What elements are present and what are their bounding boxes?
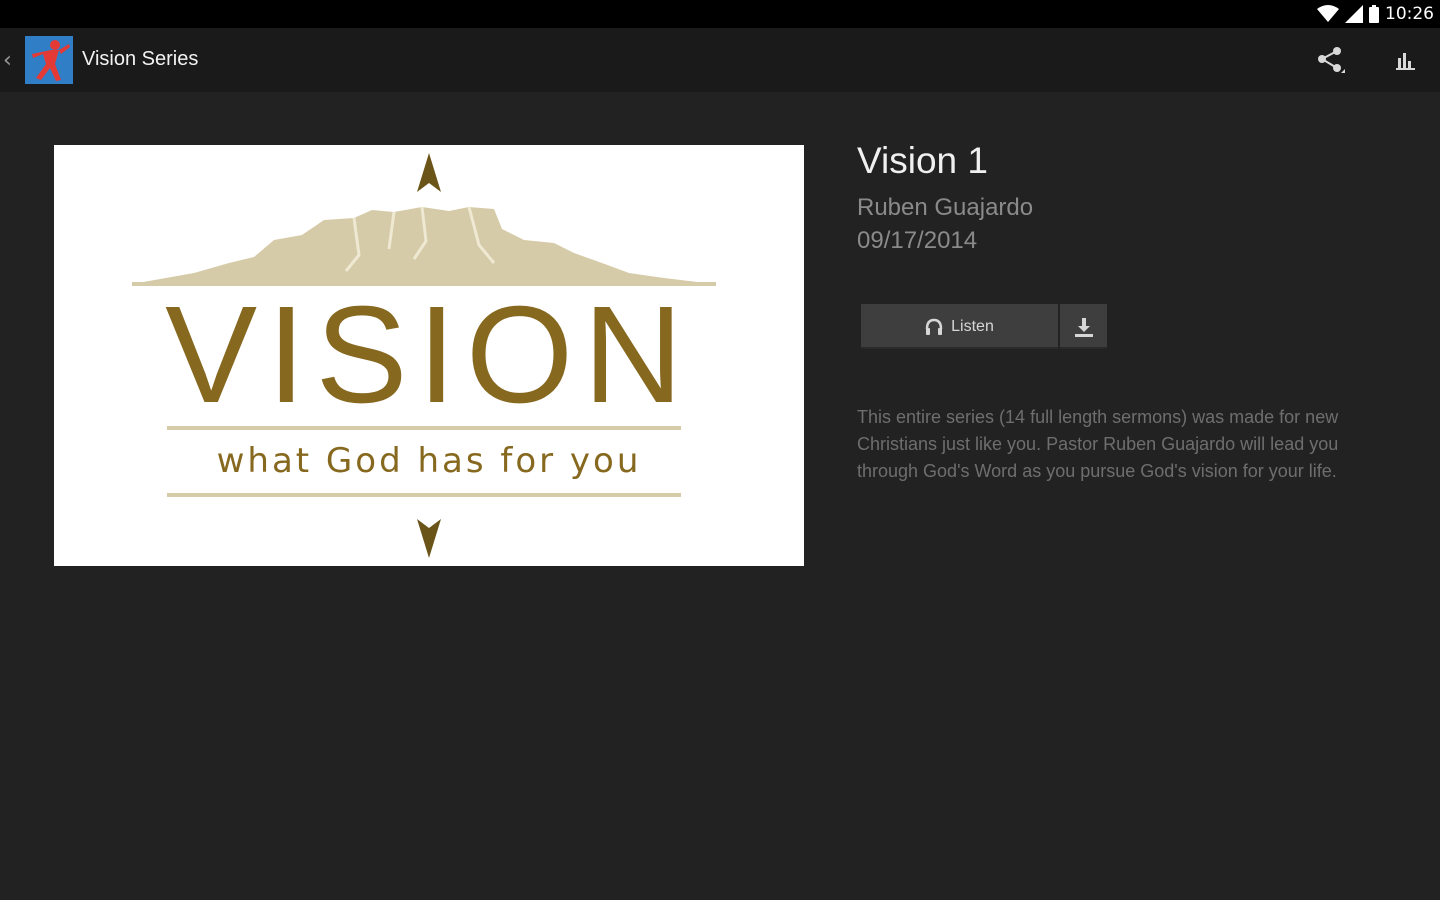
share-icon [1318, 47, 1345, 73]
status-time: 10:26 [1385, 4, 1434, 24]
sermon-date: 09/17/2014 [857, 227, 978, 254]
cell-signal-icon [1345, 5, 1363, 23]
bar-chart-icon [1396, 53, 1415, 70]
chevron-left-icon[interactable]: ‹ [3, 48, 12, 73]
headphones-icon [925, 318, 943, 335]
sermon-title: Vision 1 [857, 140, 988, 181]
app-logo-figure [32, 40, 70, 81]
wifi-icon [1317, 5, 1339, 22]
app-logo[interactable] [25, 36, 73, 84]
listen-label: Listen [951, 317, 994, 335]
page-title: Vision Series [82, 48, 199, 70]
status-bar: 10:26 [0, 0, 1440, 28]
artwork-headline: VISION [165, 278, 693, 432]
action-bar: ‹ Vision Series [0, 28, 1440, 92]
sermon-speaker: Ruben Guajardo [857, 194, 1034, 221]
download-button[interactable] [1060, 304, 1107, 349]
sermon-description: This entire series (14 full length sermo… [857, 407, 1339, 481]
artwork-tagline: what God has for you [216, 441, 642, 481]
download-icon [1074, 317, 1093, 337]
share-button[interactable] [1310, 40, 1350, 80]
status-icons: 10:26 [1317, 0, 1434, 28]
stats-button[interactable] [1386, 40, 1426, 80]
series-artwork: VISION what God has for you [54, 145, 804, 566]
battery-icon [1369, 5, 1379, 23]
listen-button[interactable]: Listen [861, 304, 1058, 349]
